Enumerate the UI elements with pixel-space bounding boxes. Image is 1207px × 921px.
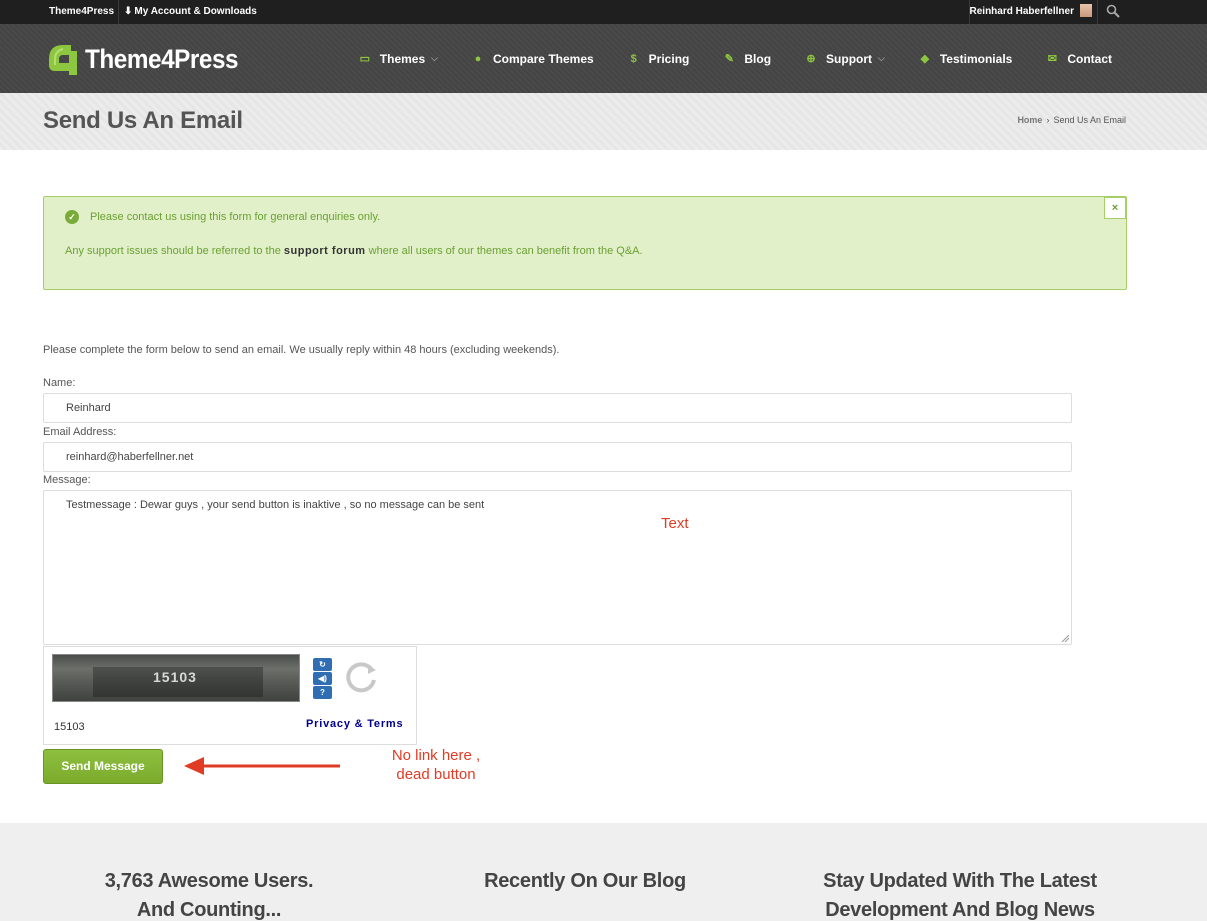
nav-label: Testimonials: [939, 51, 1013, 66]
admin-bar: Theme4Press ⬇ My Account & Downloads Rein…: [0, 0, 1207, 24]
droplet-icon: ●: [474, 52, 482, 65]
check-circle-icon: ✓: [65, 210, 79, 224]
message-value: Testmessage : Dewar guys , your send but…: [66, 499, 485, 511]
recaptcha-logo-icon: [346, 662, 376, 693]
admin-bar-user-name[interactable]: Reinhard Haberfellner: [970, 0, 1074, 24]
admin-bar-account-link[interactable]: ⬇ My Account & Downloads: [124, 0, 257, 24]
name-field[interactable]: Reinhard: [43, 393, 1072, 423]
info-alert: ✓ Please contact us using this form for …: [43, 196, 1127, 290]
captcha-controls: ↻ ◀) ?: [313, 658, 332, 700]
alert-line-1: Please contact us using this form for ge…: [90, 211, 381, 223]
speech-bubble-icon: ◆: [920, 53, 930, 65]
email-field[interactable]: reinhard@haberfellner.net: [43, 442, 1072, 472]
help-icon[interactable]: ?: [313, 686, 332, 699]
nav-label: Blog: [744, 51, 772, 66]
logo-text: Theme4Press: [85, 43, 239, 74]
nav-item-themes[interactable]: ▭ Themes ⌵: [359, 52, 438, 66]
dollar-icon: $: [630, 52, 637, 65]
alert-line-2: Any support issues should be referred to…: [65, 245, 643, 257]
close-button[interactable]: ×: [1104, 197, 1126, 219]
message-field[interactable]: Testmessage : Dewar guys , your send but…: [43, 490, 1072, 645]
site-header: Theme4Press ▭ Themes ⌵ ● Compare Themes …: [0, 24, 1207, 93]
site-logo[interactable]: Theme4Press: [45, 39, 255, 79]
refresh-icon[interactable]: ↻: [313, 658, 332, 671]
logo-mark-icon: [49, 45, 77, 75]
nav-item-support[interactable]: ⊕ Support ⌵: [805, 51, 885, 66]
captcha-image-text: 15103: [153, 669, 197, 685]
footer-heading-line: Stay Updated With The Latest: [823, 870, 1097, 892]
breadcrumb: Home › Send Us An Email: [1017, 115, 1126, 125]
annotation-line-2: dead button: [396, 766, 476, 783]
main-nav: ▭ Themes ⌵ ● Compare Themes $ Pricing ✎ …: [325, 24, 1112, 93]
chevron-down-icon: ⌵: [878, 53, 885, 63]
nav-item-blog[interactable]: ✎ Blog: [723, 52, 771, 66]
chevron-down-icon: ⌵: [431, 53, 438, 63]
footer-newsletter-heading: Stay Updated With The Latest Development…: [790, 867, 1130, 921]
avatar[interactable]: [1080, 4, 1092, 17]
nav-label: Pricing: [648, 51, 690, 66]
search-icon[interactable]: [1106, 4, 1120, 18]
alert-text-before: Any support issues should be referred to…: [65, 245, 284, 257]
nav-item-pricing[interactable]: $ Pricing: [628, 52, 690, 66]
admin-bar-divider: [118, 0, 119, 24]
annotation-text-note: Text: [661, 515, 689, 532]
captcha-image: 15103: [52, 654, 300, 702]
footer-blog-heading: Recently On Our Blog: [435, 867, 735, 896]
nav-label: Themes: [379, 51, 426, 66]
support-forum-link[interactable]: support forum: [284, 245, 366, 257]
breadcrumb-home-link[interactable]: Home: [1017, 115, 1042, 125]
pencil-icon: ✎: [724, 53, 734, 65]
privacy-terms-link[interactable]: Privacy & Terms: [306, 718, 403, 730]
form-intro: Please complete the form below to send a…: [43, 344, 560, 356]
footer-heading-line: And Counting...: [136, 899, 282, 921]
arrow-left-icon: [184, 757, 340, 775]
site-footer: 3,763 Awesome Users. And Counting... Rec…: [0, 823, 1207, 921]
page-title: Send Us An Email: [43, 107, 243, 134]
resize-handle-icon[interactable]: [1061, 634, 1069, 642]
annotation-dead-button-note: No link here , dead button: [377, 746, 495, 784]
lifebuoy-icon: ⊕: [806, 53, 816, 65]
admin-bar-account-label: My Account & Downloads: [134, 6, 257, 17]
download-icon: ⬇: [124, 6, 133, 17]
audio-icon[interactable]: ◀): [313, 672, 332, 685]
nav-label: Contact: [1067, 51, 1112, 66]
breadcrumb-current: Send Us An Email: [1053, 115, 1126, 125]
monitor-icon: ▭: [359, 53, 370, 65]
email-label: Email Address:: [43, 426, 117, 438]
chevron-right-icon: ›: [1046, 115, 1050, 125]
nav-item-compare-themes[interactable]: ● Compare Themes: [472, 52, 594, 66]
admin-bar-divider: [1097, 0, 1098, 24]
annotation-line-1: No link here ,: [391, 747, 481, 764]
nav-item-testimonials[interactable]: ◆ Testimonials: [919, 51, 1013, 66]
captcha-widget: 15103 ↻ ◀) ? 15103 Privacy & Terms: [43, 646, 417, 745]
nav-label: Compare Themes: [492, 51, 594, 66]
footer-users-heading: 3,763 Awesome Users. And Counting...: [59, 867, 359, 921]
footer-heading-line: Recently On Our Blog: [484, 870, 686, 892]
admin-bar-site-link[interactable]: Theme4Press: [49, 0, 114, 24]
envelope-icon: ✉: [1047, 53, 1057, 65]
captcha-response-field[interactable]: 15103: [54, 721, 85, 733]
page-title-band: Send Us An Email Home › Send Us An Email: [0, 93, 1207, 150]
nav-label: Support: [826, 51, 873, 66]
send-message-button[interactable]: Send Message: [43, 749, 163, 784]
message-label: Message:: [43, 474, 91, 486]
name-label: Name:: [43, 377, 76, 389]
nav-item-contact[interactable]: ✉ Contact: [1046, 52, 1112, 66]
footer-heading-line: Development And Blog News: [825, 899, 1095, 921]
alert-text-after: where all users of our themes can benefi…: [365, 245, 643, 257]
footer-heading-line: 3,763 Awesome Users.: [104, 870, 314, 892]
